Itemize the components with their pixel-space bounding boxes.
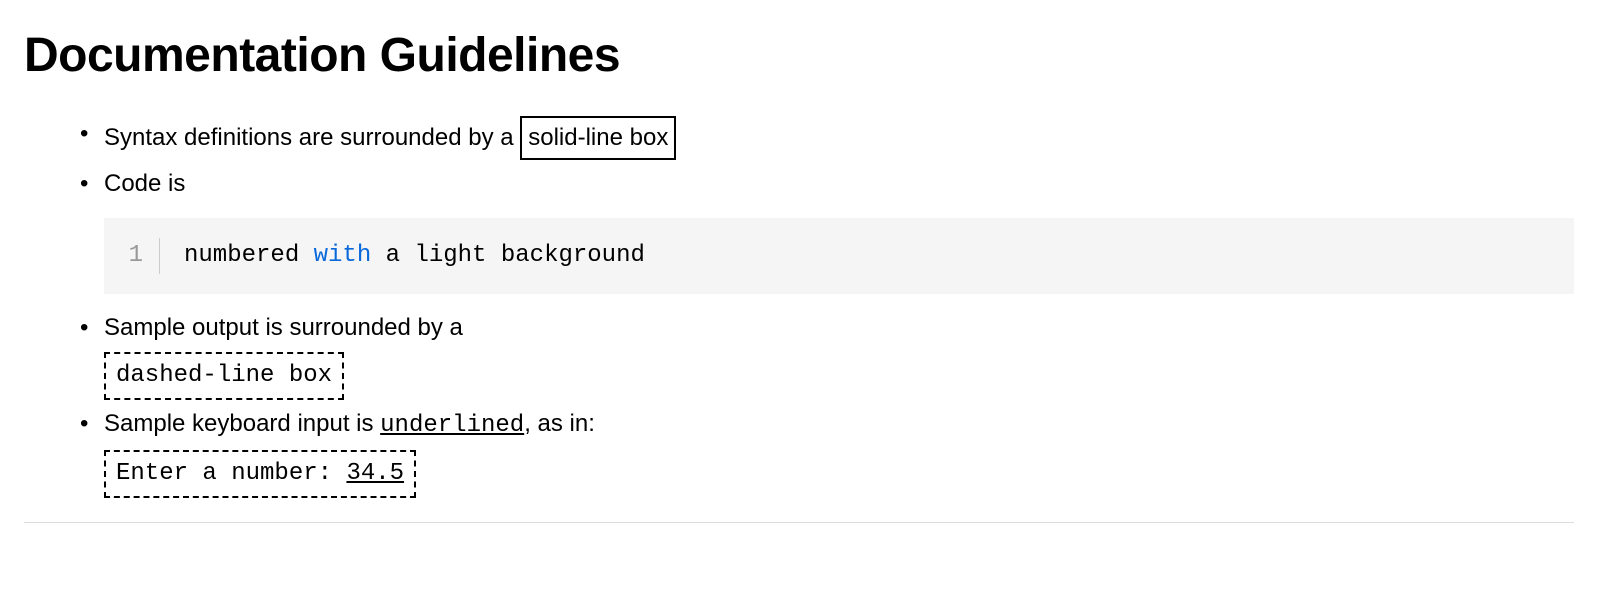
page-heading: Documentation Guidelines [24, 20, 1574, 92]
dashed-line-box: dashed-line box [104, 352, 344, 400]
guidelines-list: Syntax definitions are surrounded by a s… [24, 116, 1574, 498]
output-prefix-text: Sample output is surrounded by a [104, 314, 463, 341]
underlined-word: underlined [380, 412, 524, 439]
code-label-text: Code is [104, 170, 185, 197]
section-divider [24, 522, 1574, 523]
code-guideline-item: Code is 1 numbered with a light backgrou… [80, 166, 1574, 294]
input-guideline-item: Sample keyboard input is underlined, as … [80, 406, 1574, 498]
syntax-guideline-item: Syntax definitions are surrounded by a s… [80, 116, 1574, 160]
input-sample-box: Enter a number: 34.5 [104, 450, 416, 498]
input-prompt: Enter a number: [116, 460, 346, 487]
solid-line-box: solid-line box [520, 116, 676, 160]
input-suffix-text: , as in: [524, 410, 595, 437]
code-text-before: numbered [184, 242, 314, 269]
code-keyword: with [314, 242, 372, 269]
output-guideline-item: Sample output is surrounded by a dashed-… [80, 310, 1574, 400]
code-text-after: a light background [371, 242, 645, 269]
code-content: numbered with a light background [184, 238, 645, 274]
syntax-prefix-text: Syntax definitions are surrounded by a [104, 124, 520, 151]
input-value: 34.5 [346, 460, 404, 487]
line-number: 1 [128, 238, 160, 274]
input-prefix-text: Sample keyboard input is [104, 410, 380, 437]
code-block: 1 numbered with a light background [104, 218, 1574, 294]
